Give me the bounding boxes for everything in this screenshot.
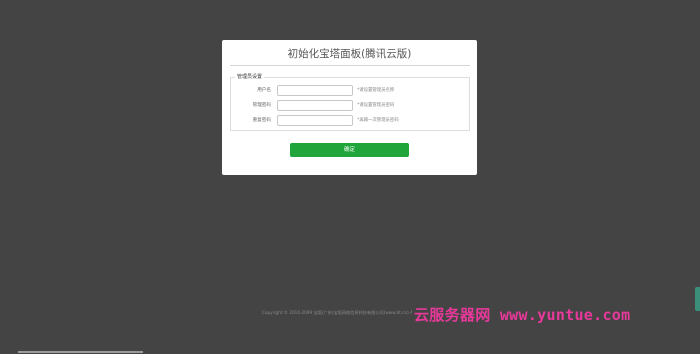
password-input[interactable] <box>277 100 353 111</box>
title-divider <box>230 65 470 66</box>
repeat-password-hint: *再输一次管理员密码 <box>357 118 399 123</box>
username-label: 用户名 <box>257 88 271 93</box>
username-input[interactable] <box>277 85 353 96</box>
admin-settings-legend: 管理员设置 <box>235 73 265 81</box>
repeat-password-input[interactable] <box>277 115 353 126</box>
footer-copyright: Copyright © 2014-2099 宝塔(广东)宝塔网络信息科技有限公司… <box>262 310 412 315</box>
confirm-button[interactable]: 确定 <box>290 143 409 157</box>
init-panel: 初始化宝塔面板(腾讯云版) 管理员设置 用户名 *请设置管理员名称 管理密码 *… <box>222 40 477 175</box>
admin-settings-fieldset: 管理员设置 用户名 *请设置管理员名称 管理密码 *请设置管理员密码 重复密码 … <box>230 73 470 131</box>
password-label: 管理密码 <box>252 103 271 108</box>
username-hint: *请设置管理员名称 <box>357 88 395 93</box>
panel-title: 初始化宝塔面板(腾讯云版) <box>287 48 412 60</box>
repeat-password-label: 重复密码 <box>252 118 271 123</box>
bottom-scrollbar[interactable] <box>18 351 143 353</box>
side-feedback-tab[interactable] <box>695 287 700 311</box>
watermark: 云服务器网 www.yuntue.com <box>414 306 631 324</box>
password-hint: *请设置管理员密码 <box>357 103 395 108</box>
